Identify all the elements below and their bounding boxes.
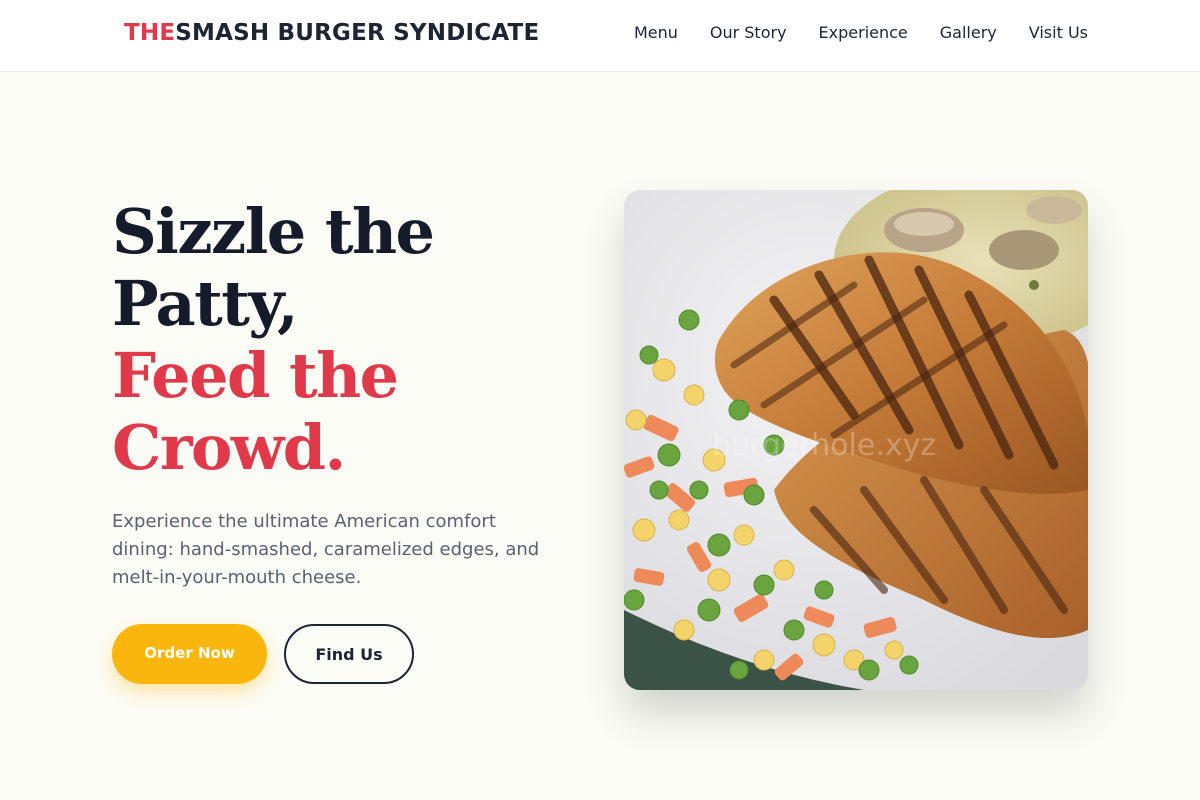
grilled-chicken-illustration: burgerhole.xyz	[624, 190, 1088, 690]
headline-line: Patty,	[112, 267, 299, 340]
brand-name-text: SMASH BURGER SYNDICATE	[175, 20, 540, 46]
image-watermark-text: burgerhole.xyz	[712, 428, 936, 463]
brand-logo[interactable]: THESMASH BURGER SYNDICATE	[124, 20, 539, 46]
headline-accent-line: Crowd.	[112, 411, 346, 484]
nav-link-our-story[interactable]: Our Story	[710, 23, 787, 42]
nav-item: Visit Us	[1029, 23, 1088, 42]
headline-accent-line: Feed the	[112, 339, 399, 412]
hero-subtitle: Experience the ultimate American comfort…	[112, 511, 540, 588]
find-us-button[interactable]: Find Us	[284, 624, 414, 684]
headline-line: Sizzle the	[112, 195, 435, 268]
nav-item: Experience	[819, 23, 908, 42]
hero-headline: Sizzle the Patty, Feed the Crowd.	[112, 196, 572, 484]
nav-item: Our Story	[710, 23, 787, 42]
nav-link-gallery[interactable]: Gallery	[940, 23, 997, 42]
hero-text-block: Sizzle the Patty, Feed the Crowd. Experi…	[112, 196, 572, 592]
nav-link-menu[interactable]: Menu	[634, 23, 678, 42]
brand-accent-text: THE	[124, 20, 176, 46]
nav-link-experience[interactable]: Experience	[819, 23, 908, 42]
order-now-button[interactable]: Order Now	[112, 624, 267, 684]
nav-item: Gallery	[940, 23, 997, 42]
hero-food-image: burgerhole.xyz	[624, 190, 1088, 690]
hero-cta-row: Order Now Find Us	[112, 624, 414, 684]
nav-links-list: Menu Our Story Experience Gallery Visit …	[634, 23, 1088, 42]
top-navbar: THESMASH BURGER SYNDICATE Menu Our Story…	[0, 0, 1200, 72]
nav-item: Menu	[634, 23, 678, 42]
nav-link-visit-us[interactable]: Visit Us	[1029, 23, 1088, 42]
